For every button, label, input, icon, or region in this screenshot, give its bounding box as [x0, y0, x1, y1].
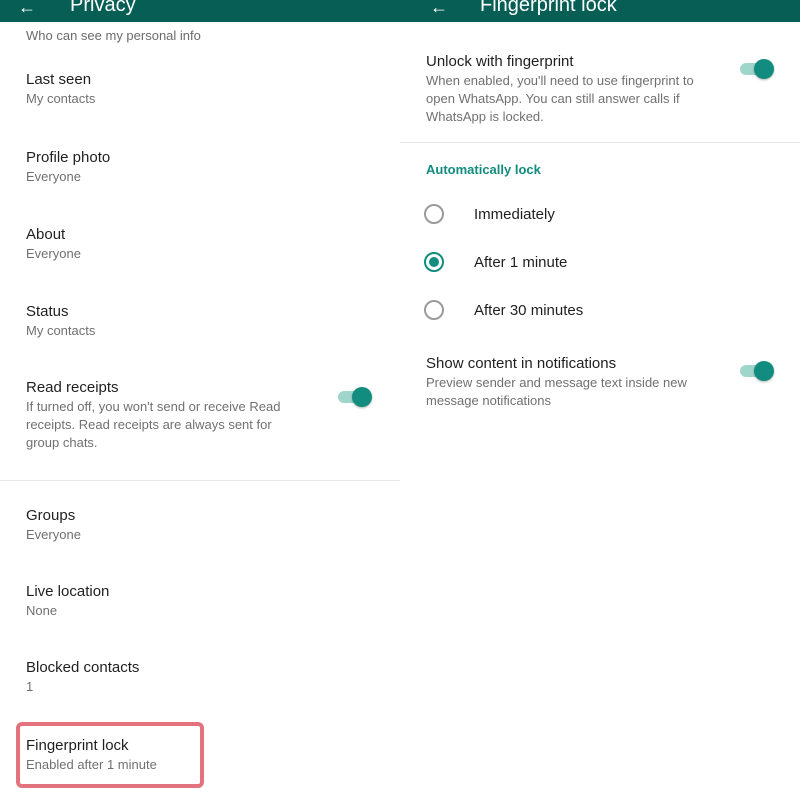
radio-option-after-30-minutes[interactable]: After 30 minutes: [424, 298, 784, 326]
app-bar: ← Privacy ← Fingerprint lock: [0, 0, 800, 22]
radio-label: Immediately: [474, 206, 555, 223]
toggle-knob: [754, 59, 774, 79]
item-title: About: [26, 226, 66, 243]
show-content-toggle[interactable]: [738, 360, 774, 381]
item-title: Profile photo: [26, 149, 111, 166]
fingerprint-lock-highlight: [16, 722, 204, 788]
privacy-panel: Who can see my personal info Last seen M…: [0, 22, 400, 800]
toggle-knob: [754, 361, 774, 381]
item-subtitle: Everyone: [26, 169, 81, 184]
privacy-item-groups[interactable]: Groups Everyone: [26, 506, 326, 544]
personal-info-subtitle: Who can see my personal info: [26, 28, 201, 43]
arrow-left-icon[interactable]: ←: [18, 0, 36, 18]
item-title: Read receipts: [26, 379, 119, 396]
show-content-in-notifications[interactable]: Show content in notifications Preview se…: [426, 354, 716, 410]
fingerprint-panel: Unlock with fingerprint When enabled, yo…: [400, 22, 800, 800]
privacy-header: ← Privacy: [0, 0, 400, 22]
radio-button[interactable]: [424, 300, 444, 320]
privacy-title: Privacy: [70, 0, 136, 16]
item-title: Blocked contacts: [26, 659, 140, 676]
privacy-item-last-seen[interactable]: Last seen My contacts: [26, 70, 326, 108]
item-subtitle: My contacts: [26, 91, 96, 106]
fingerprint-title: Fingerprint lock: [480, 0, 617, 16]
arrow-left-icon[interactable]: ←: [430, 0, 448, 18]
auto-lock-label: Automatically lock: [426, 162, 541, 177]
item-subtitle: When enabled, you'll need to use fingerp…: [426, 73, 694, 124]
privacy-item-profile-photo[interactable]: Profile photo Everyone: [26, 148, 326, 186]
item-subtitle: 1: [26, 679, 34, 694]
item-title: Unlock with fingerprint: [426, 53, 574, 70]
item-subtitle: My contacts: [26, 323, 96, 338]
item-subtitle: None: [26, 603, 58, 618]
item-title: Show content in notifications: [426, 355, 617, 372]
section-divider: [400, 142, 800, 143]
radio-button[interactable]: [424, 204, 444, 224]
item-title: Live location: [26, 583, 110, 600]
read-receipts-toggle[interactable]: [336, 386, 372, 407]
item-subtitle: If turned off, you won't send or receive…: [26, 399, 281, 450]
item-subtitle: Preview sender and message text inside n…: [426, 375, 687, 408]
privacy-item-blocked-contacts[interactable]: Blocked contacts 1: [26, 658, 326, 696]
unlock-with-fingerprint[interactable]: Unlock with fingerprint When enabled, yo…: [426, 52, 716, 126]
toggle-knob: [352, 387, 372, 407]
fingerprint-header: ← Fingerprint lock: [400, 0, 800, 22]
unlock-toggle[interactable]: [738, 58, 774, 79]
privacy-item-live-location[interactable]: Live location None: [26, 582, 326, 620]
item-subtitle: Everyone: [26, 246, 81, 261]
privacy-item-about[interactable]: About Everyone: [26, 225, 326, 263]
section-divider: [0, 480, 400, 481]
radio-label: After 1 minute: [474, 254, 568, 271]
item-title: Groups: [26, 507, 76, 524]
item-title: Last seen: [26, 71, 92, 88]
radio-label: After 30 minutes: [474, 302, 584, 319]
radio-button-checked[interactable]: [424, 252, 444, 272]
item-title: Status: [26, 303, 69, 320]
privacy-item-status[interactable]: Status My contacts: [26, 302, 326, 340]
radio-option-after-1-minute[interactable]: After 1 minute: [424, 250, 784, 278]
radio-option-immediately[interactable]: Immediately: [424, 202, 784, 230]
item-subtitle: Everyone: [26, 527, 81, 542]
privacy-item-read-receipts[interactable]: Read receipts If turned off, you won't s…: [26, 378, 306, 452]
